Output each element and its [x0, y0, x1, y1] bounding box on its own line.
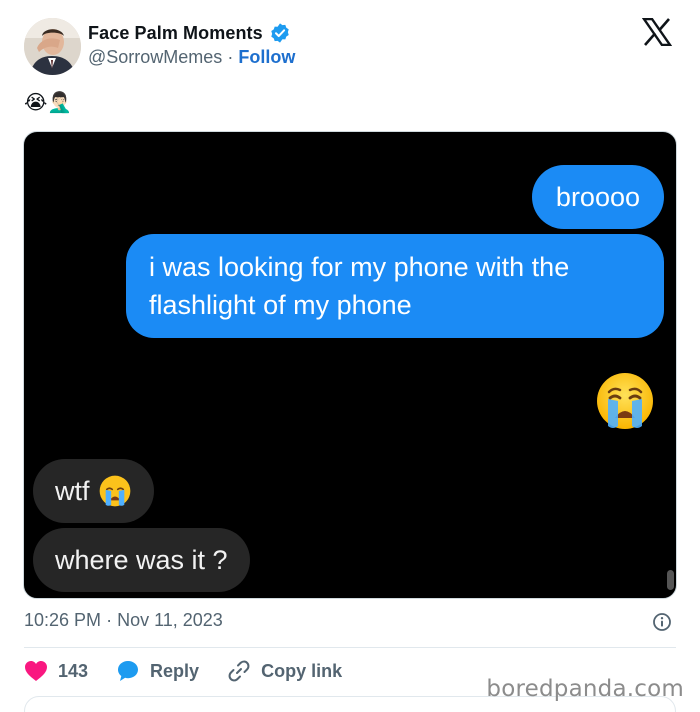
message-text: i was looking for my phone with the flas…	[149, 252, 570, 320]
crying-face-icon	[594, 370, 656, 432]
message-text: broooo	[555, 182, 640, 212]
watermark: boredpanda.com	[486, 676, 684, 702]
message-bubble-outgoing: i was looking for my phone with the flas…	[126, 234, 664, 338]
author-name[interactable]: Face Palm Moments	[88, 23, 263, 44]
message-bubble-incoming: wtf	[33, 459, 154, 523]
x-logo-icon[interactable]	[641, 17, 673, 47]
tweet-media-image[interactable]: broooo i was looking for my phone with t…	[23, 131, 677, 599]
author-handle-row: @SorrowMemes · Follow	[88, 47, 295, 68]
message-text: wtf	[55, 476, 90, 506]
tweet-header: Face Palm Moments @SorrowMemes · Follow	[24, 17, 676, 78]
verified-badge-icon	[269, 22, 291, 44]
follow-button[interactable]: Follow	[238, 47, 295, 67]
timestamp-separator: ·	[106, 610, 113, 630]
copy-link-button[interactable]: Copy link	[227, 659, 342, 683]
action-bar: 143 Reply Copy link	[24, 657, 370, 685]
tweet-date: Nov 11, 2023	[117, 610, 223, 630]
author-handle[interactable]: @SorrowMemes	[88, 47, 222, 67]
message-bubble-outgoing: broooo	[531, 165, 664, 229]
reply-label: Reply	[150, 660, 200, 681]
crying-face-icon	[98, 474, 132, 508]
handle-separator: ·	[227, 47, 234, 67]
reply-button[interactable]: Reply	[116, 659, 199, 683]
reply-bubble-icon	[118, 661, 139, 681]
tweet-timestamp[interactable]: 10:26 PM · Nov 11, 2023	[24, 610, 223, 631]
message-text: where was it ?	[55, 545, 228, 575]
scroll-indicator	[667, 570, 674, 590]
like-count: 143	[58, 660, 89, 681]
heart-icon	[25, 661, 47, 681]
like-button[interactable]: 143	[24, 660, 88, 682]
link-icon	[228, 660, 250, 682]
divider	[24, 647, 676, 648]
tweet-text: 😭🤦🏻‍♂️	[24, 92, 73, 114]
avatar[interactable]	[24, 18, 81, 75]
info-icon[interactable]	[652, 612, 672, 632]
copy-link-label: Copy link	[261, 660, 343, 681]
tweet-time: 10:26 PM	[24, 610, 102, 630]
message-bubble-incoming: where was it ?	[33, 528, 250, 592]
